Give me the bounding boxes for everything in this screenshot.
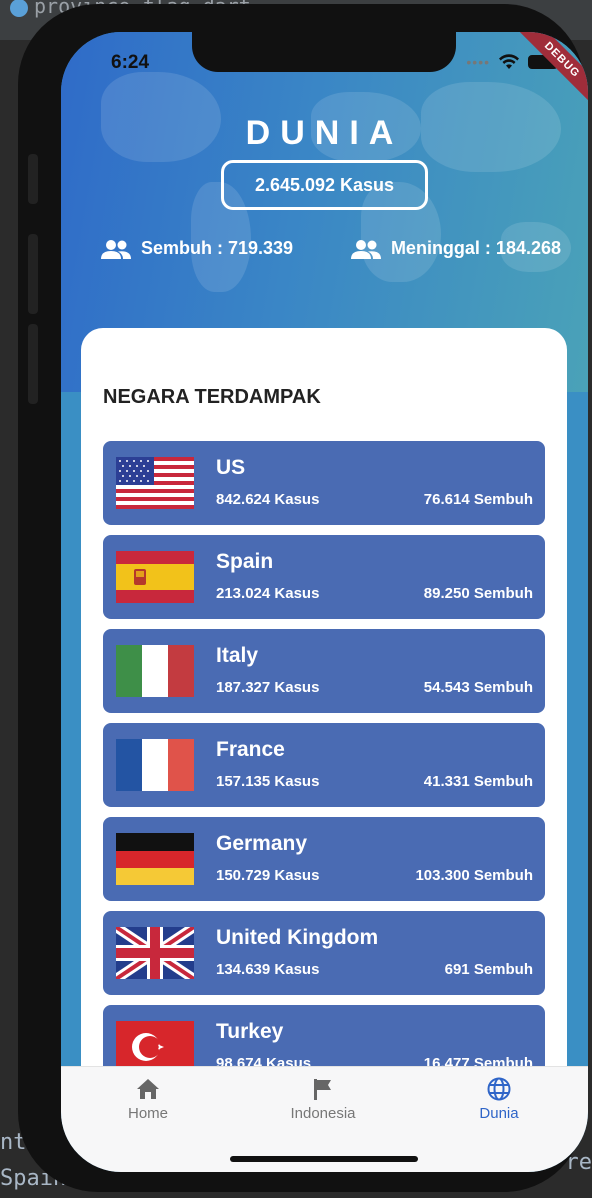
recovered-stat: Sembuh : 719.339 <box>101 238 293 259</box>
phone-side-button <box>28 234 38 314</box>
france-flag-icon <box>116 739 194 791</box>
country-name: Italy <box>216 644 259 667</box>
uk-flag-icon <box>116 927 194 979</box>
flag-icon <box>314 1079 331 1100</box>
country-cases: 150.729 Kasus <box>216 867 320 884</box>
signal-icon: •••• <box>466 54 490 70</box>
country-name: United Kingdom <box>216 926 379 949</box>
home-indicator <box>230 1156 418 1162</box>
nav-dunia-label: Dunia <box>479 1105 519 1122</box>
country-cases: 187.327 Kasus <box>216 679 320 696</box>
phone-side-button <box>28 154 38 204</box>
globe-icon <box>487 1077 511 1101</box>
nav-indonesia-label: Indonesia <box>290 1105 356 1122</box>
country-cases: 213.024 Kasus <box>216 585 320 602</box>
section-title: NEGARA TERDAMPAK <box>103 386 321 408</box>
country-name: US <box>216 456 246 479</box>
recovered-label: Sembuh : 719.339 <box>141 238 294 258</box>
phone-side-button <box>28 324 38 404</box>
germany-flag-icon <box>116 833 194 885</box>
us-flag-icon <box>116 457 194 509</box>
wifi-icon <box>499 54 519 69</box>
country-row-united-kingdom[interactable]: United Kingdom 134.639 Kasus 691 Sembuh <box>103 911 545 995</box>
spain-flag-icon <box>116 551 194 603</box>
dart-file-icon <box>10 0 28 17</box>
country-recovered: 691 Sembuh <box>444 961 533 978</box>
deaths-label: Meninggal : 184.268 <box>390 238 561 258</box>
people-icon <box>101 239 131 259</box>
country-name: Spain <box>216 550 274 573</box>
country-name: Germany <box>216 832 308 855</box>
italy-flag-icon <box>116 645 194 697</box>
country-row-germany[interactable]: Germany 150.729 Kasus 103.300 Sembuh <box>103 817 545 901</box>
deaths-stat: Meninggal : 184.268 <box>350 238 561 259</box>
country-recovered: 54.543 Sembuh <box>423 679 533 696</box>
nav-home-label: Home <box>127 1105 168 1122</box>
total-cases-badge: 2.645.092 Kasus <box>221 160 428 210</box>
home-icon <box>137 1079 159 1099</box>
status-time: 6:24 <box>111 52 150 73</box>
country-cases: 134.639 Kasus <box>216 961 320 978</box>
country-name: Turkey <box>216 1020 284 1043</box>
nav-indonesia[interactable]: Indonesia <box>253 1077 393 1122</box>
country-row-france[interactable]: France 157.135 Kasus 41.331 Sembuh <box>103 723 545 807</box>
phone-frame: 6:24 •••• DEBUG DUNIA 2.645.092 Kasus Se… <box>18 4 588 1192</box>
country-recovered: 103.300 Sembuh <box>415 867 533 884</box>
country-recovered: 76.614 Sembuh <box>423 491 533 508</box>
nav-dunia[interactable]: Dunia <box>429 1077 569 1122</box>
country-cases: 842.624 Kasus <box>216 491 320 508</box>
people-icon <box>350 239 381 259</box>
notch <box>192 32 456 72</box>
country-row-italy[interactable]: Italy 187.327 Kasus 54.543 Sembuh <box>103 629 545 713</box>
country-row-us[interactable]: US 842.624 Kasus 76.614 Sembuh <box>103 441 545 525</box>
app-screen: 6:24 •••• DEBUG DUNIA 2.645.092 Kasus Se… <box>61 32 588 1172</box>
country-recovered: 89.250 Sembuh <box>423 585 533 602</box>
country-row-spain[interactable]: Spain 213.024 Kasus 89.250 Sembuh <box>103 535 545 619</box>
country-recovered: 41.331 Sembuh <box>423 773 533 790</box>
country-cases: 157.135 Kasus <box>216 773 320 790</box>
country-name: France <box>216 738 285 761</box>
affected-countries-card: NEGARA TERDAMPAK US 842.624 Kasus 76.614… <box>81 328 567 1088</box>
page-title: DUNIA <box>245 114 404 152</box>
global-stats: Sembuh : 719.339 Meninggal : 184.268 <box>101 238 561 259</box>
nav-home[interactable]: Home <box>78 1077 218 1122</box>
